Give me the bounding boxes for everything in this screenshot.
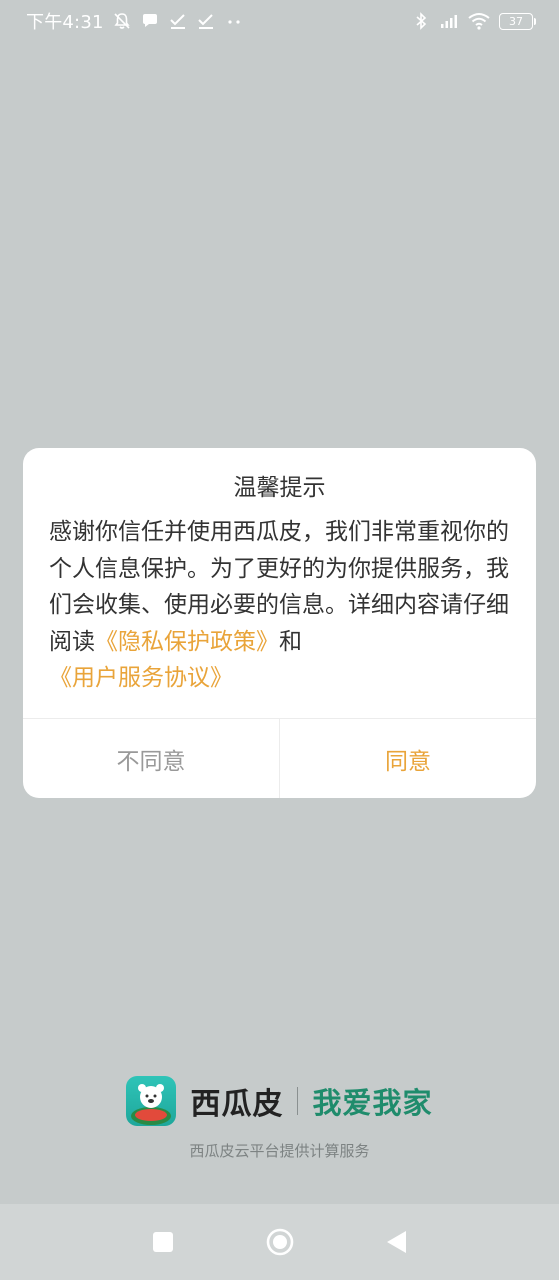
agree-button[interactable]: 同意 — [280, 719, 536, 798]
privacy-policy-link[interactable]: 《隐私保护政策》 — [95, 629, 279, 655]
recent-apps-button[interactable] — [148, 1227, 178, 1257]
status-bar: 下午4:31 37 — [0, 0, 559, 42]
signal-icon — [439, 11, 459, 31]
privacy-dialog: 温馨提示 感谢你信任并使用西瓜皮，我们非常重视你的个人信息保护。为了更好的为你提… — [23, 448, 536, 798]
brand-name: 西瓜皮 — [190, 1087, 284, 1122]
brand-slogan: 我爱我家 — [312, 1086, 433, 1120]
bluetooth-icon — [411, 11, 431, 31]
check-icon — [196, 11, 216, 31]
status-left: 下午4:31 — [26, 8, 244, 34]
terms-of-service-link[interactable]: 《用户服务协议》 — [49, 665, 233, 691]
mute-bell-icon — [112, 11, 132, 31]
dialog-title: 温馨提示 — [233, 475, 326, 501]
disagree-button[interactable]: 不同意 — [23, 719, 279, 798]
battery-icon: 37 — [499, 12, 536, 30]
brand-footer: 西瓜皮 我爱我家 — [0, 1076, 559, 1126]
back-button[interactable] — [382, 1227, 412, 1257]
more-dots-icon — [224, 11, 244, 31]
navigation-bar — [0, 1204, 559, 1280]
brand-separator — [297, 1087, 299, 1115]
square-icon — [152, 1232, 173, 1252]
check-icon — [168, 11, 188, 31]
chat-bubble-icon — [140, 11, 160, 31]
dialog-body: 感谢你信任并使用西瓜皮，我们非常重视你的个人信息保护。为了更好的为你提供服务，我… — [49, 514, 515, 697]
triangle-back-icon — [386, 1231, 406, 1253]
dialog-and-text: 和 — [279, 628, 302, 655]
app-logo-icon — [126, 1076, 177, 1126]
battery-level: 37 — [509, 14, 523, 28]
brand-subtitle: 西瓜皮云平台提供计算服务 — [189, 1142, 370, 1160]
circle-icon — [266, 1228, 293, 1256]
status-time: 下午4:31 — [26, 12, 104, 33]
status-right: 37 — [411, 11, 536, 31]
home-button[interactable] — [265, 1227, 295, 1257]
wifi-icon — [467, 11, 491, 31]
